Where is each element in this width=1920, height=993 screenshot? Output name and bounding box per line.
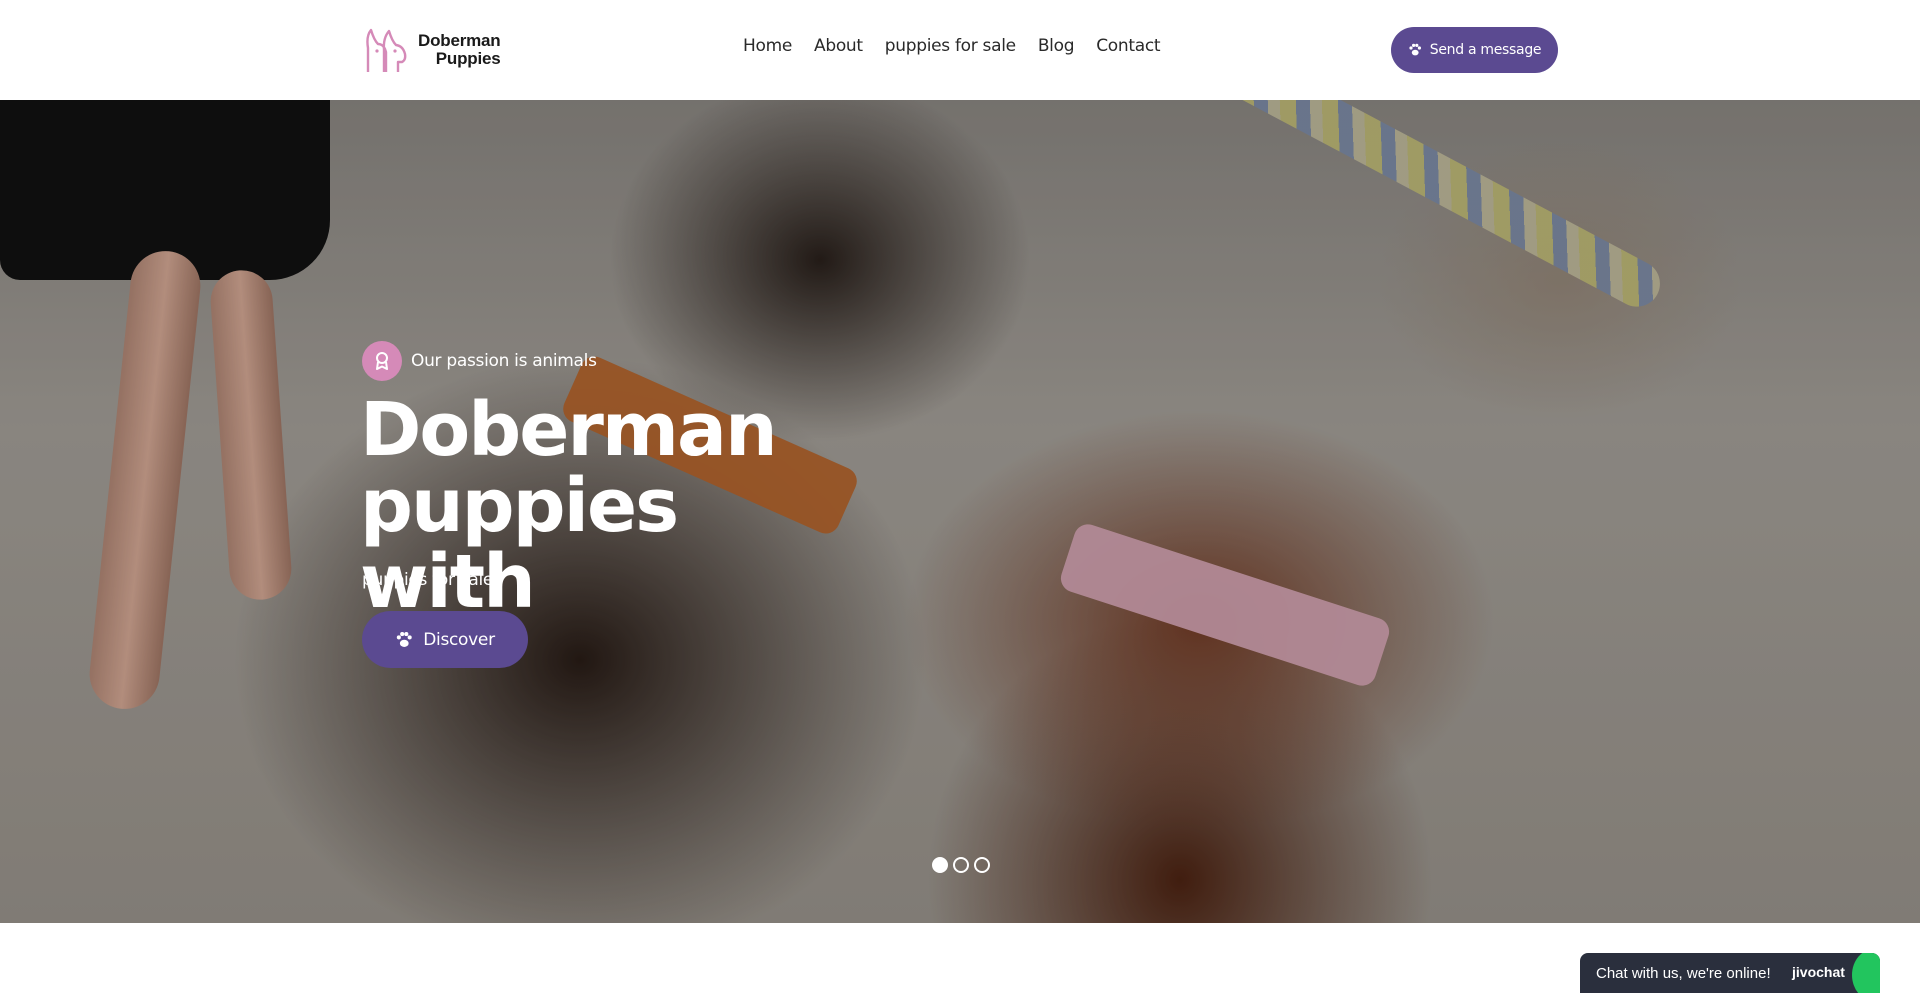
site-logo[interactable]: Doberman Puppies (362, 26, 501, 74)
badge-icon (362, 341, 402, 381)
hero-tagline: Our passion is animals (362, 341, 597, 381)
slider-dot-2[interactable] (953, 857, 969, 873)
nav-contact[interactable]: Contact (1096, 36, 1160, 56)
discover-label: Discover (423, 629, 495, 650)
logo-text-line2: Puppies (435, 49, 501, 68)
chat-status-icon (1852, 953, 1880, 993)
main-nav: Home About puppies for sale Blog Contact (743, 36, 1161, 56)
hero-tagline-text: Our passion is animals (411, 351, 597, 371)
send-message-label: Send a message (1429, 42, 1542, 58)
paw-icon (1409, 43, 1421, 56)
nav-blog[interactable]: Blog (1038, 36, 1075, 56)
chat-widget-brand: jivochat (1792, 964, 1845, 980)
logo-text-line1: Doberman (418, 31, 501, 50)
chat-widget-text: Chat with us, we're online! (1596, 964, 1771, 982)
paw-icon (397, 631, 412, 647)
nav-home[interactable]: Home (743, 36, 792, 56)
slider-pagination (932, 857, 990, 873)
site-header: Doberman Puppies Home About puppies for … (0, 0, 1920, 100)
send-message-button[interactable]: Send a message (1391, 27, 1558, 73)
hero-subtitle: puppies for sale (362, 570, 494, 590)
slider-dot-1[interactable] (932, 857, 948, 873)
hero-title-line1: Doberman puppies (360, 387, 778, 549)
nav-about[interactable]: About (814, 36, 863, 56)
doberman-logo-icon (366, 28, 407, 72)
chat-widget[interactable]: Chat with us, we're online! jivochat (1580, 953, 1880, 993)
nav-puppies-for-sale[interactable]: puppies for sale (885, 36, 1016, 56)
discover-button[interactable]: Discover (362, 611, 528, 668)
slider-dot-3[interactable] (974, 857, 990, 873)
